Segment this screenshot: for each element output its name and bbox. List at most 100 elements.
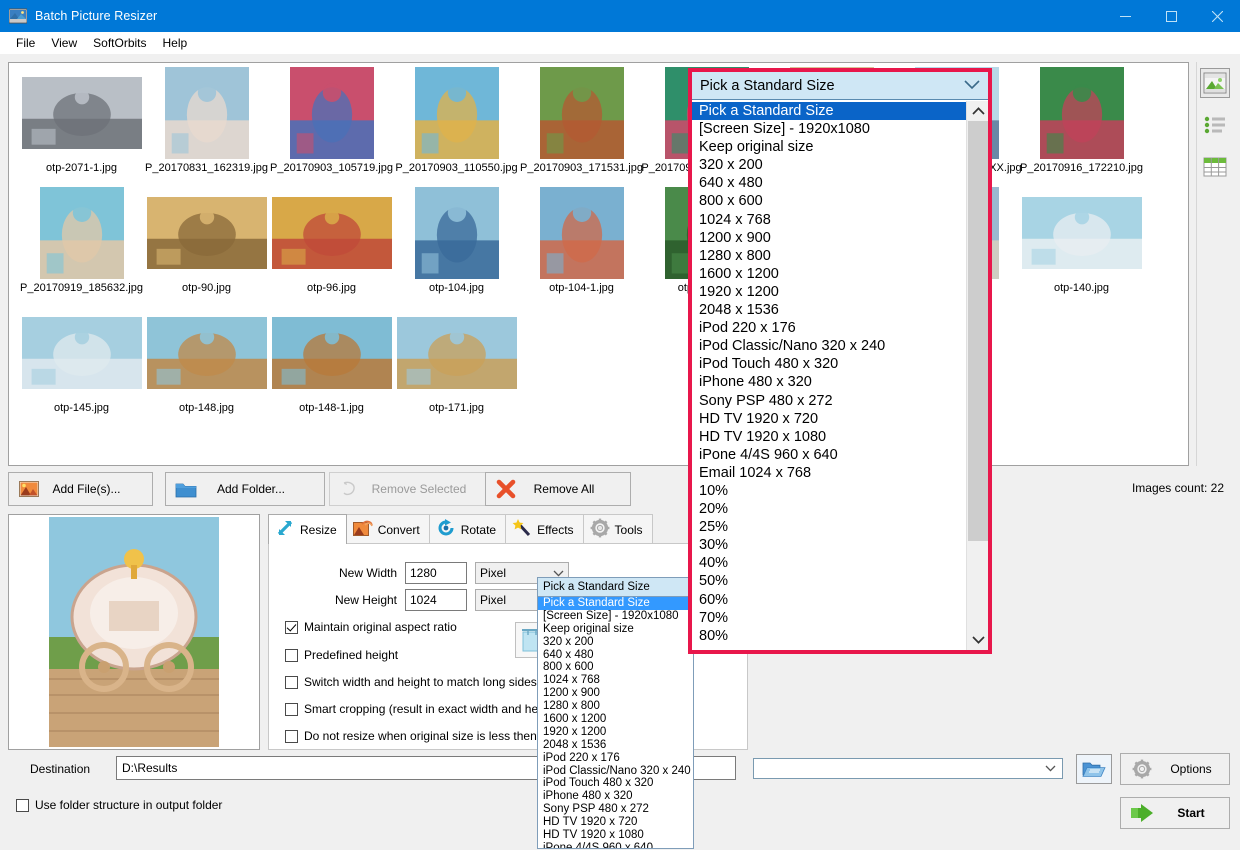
close-icon[interactable]	[1194, 0, 1240, 32]
standard-size-dropdown-header[interactable]: Pick a Standard Size	[692, 72, 988, 100]
thumbnail-item[interactable]: P_20170916_172210.jpg	[1019, 67, 1144, 187]
menu-item-softorbits[interactable]: SoftOrbits	[85, 34, 154, 52]
minimize-icon[interactable]	[1102, 0, 1148, 32]
standard-size-option[interactable]: 1600 x 1200	[692, 265, 966, 283]
new-width-input[interactable]: 1280	[405, 562, 467, 584]
standard-size-option-small[interactable]: iPhone 480 x 320	[538, 790, 693, 803]
add-files-button[interactable]: Add File(s)...	[8, 472, 153, 506]
standard-size-option-small[interactable]: HD TV 1920 x 1080	[538, 829, 693, 842]
thumbnail-item[interactable]: P_20170903_171531.jpg	[519, 67, 644, 187]
tab-resize[interactable]: Resize	[268, 514, 347, 544]
standard-size-dropdown-header-small[interactable]: Pick a Standard Size	[537, 577, 694, 597]
standard-size-option[interactable]: 800 x 600	[692, 192, 966, 210]
standard-size-option[interactable]: 25%	[692, 518, 966, 536]
thumbnail-item[interactable]: P_20170831_162319.jpg	[144, 67, 269, 187]
standard-size-option-small[interactable]: iPod Classic/Nano 320 x 240	[538, 765, 693, 778]
standard-size-option[interactable]: Keep original size	[692, 138, 966, 156]
standard-size-option[interactable]: 40%	[692, 554, 966, 572]
standard-size-option-small[interactable]: Pick a Standard Size	[538, 597, 693, 610]
checkbox-switch-width-height[interactable]: Switch width and height to match long si…	[285, 675, 537, 689]
standard-size-option-small[interactable]: 1600 x 1200	[538, 713, 693, 726]
thumbnail-item[interactable]: otp-140.jpg	[1019, 187, 1144, 307]
standard-size-option-small[interactable]: 2048 x 1536	[538, 739, 693, 752]
thumbnail-item[interactable]: otp-104.jpg	[394, 187, 519, 307]
standard-size-option-small[interactable]: 1920 x 1200	[538, 726, 693, 739]
chevron-down-icon[interactable]	[964, 78, 980, 94]
checkbox-use-folder-structure[interactable]: Use folder structure in output folder	[16, 798, 222, 812]
standard-size-option-small[interactable]: 640 x 480	[538, 649, 693, 662]
menu-item-file[interactable]: File	[8, 34, 43, 52]
table-view-icon[interactable]	[1200, 152, 1230, 182]
standard-size-option[interactable]: 50%	[692, 572, 966, 590]
standard-size-option-small[interactable]: Sony PSP 480 x 272	[538, 803, 693, 816]
start-button[interactable]: Start	[1120, 797, 1230, 829]
thumbnail-item[interactable]: otp-148.jpg	[144, 307, 269, 427]
standard-size-option[interactable]: iPhone 480 x 320	[692, 373, 966, 391]
standard-size-option-list[interactable]: Pick a Standard Size[Screen Size] - 1920…	[692, 101, 966, 650]
standard-size-option[interactable]: Sony PSP 480 x 272	[692, 392, 966, 410]
standard-size-option[interactable]: 640 x 480	[692, 174, 966, 192]
standard-size-option[interactable]: 30%	[692, 536, 966, 554]
scrollbar-thumb[interactable]	[968, 121, 988, 541]
thumbnail-item[interactable]: otp-90.jpg	[144, 187, 269, 307]
standard-size-option-small[interactable]: 1280 x 800	[538, 700, 693, 713]
thumbnail-item[interactable]: P_20170919_185632.jpg	[19, 187, 144, 307]
standard-size-option[interactable]: 10%	[692, 482, 966, 500]
standard-size-option[interactable]: Pick a Standard Size	[692, 102, 966, 120]
remove-all-button[interactable]: Remove All	[485, 472, 631, 506]
standard-size-option[interactable]: iPod Touch 480 x 320	[692, 355, 966, 373]
standard-size-option-small[interactable]: iPone 4/4S 960 x 640	[538, 842, 693, 849]
standard-size-option[interactable]: 70%	[692, 609, 966, 627]
checkbox-maintain-aspect-ratio[interactable]: Maintain original aspect ratio	[285, 620, 457, 634]
tab-tools[interactable]: Tools	[583, 514, 653, 544]
standard-size-option[interactable]: iPod 220 x 176	[692, 319, 966, 337]
standard-size-option[interactable]: iPod Classic/Nano 320 x 240	[692, 337, 966, 355]
image-preview[interactable]	[8, 514, 260, 750]
chevron-down-icon[interactable]	[967, 630, 989, 650]
standard-size-option[interactable]: Email 1024 x 768	[692, 464, 966, 482]
standard-size-option-small[interactable]: 1200 x 900	[538, 687, 693, 700]
standard-size-option[interactable]: 1024 x 768	[692, 211, 966, 229]
standard-size-option[interactable]: 20%	[692, 500, 966, 518]
thumbnail-item[interactable]: otp-145.jpg	[19, 307, 144, 427]
profile-combobox[interactable]	[753, 758, 1063, 779]
standard-size-option-small[interactable]: 800 x 600	[538, 661, 693, 674]
options-button[interactable]: Options	[1120, 753, 1230, 785]
tab-rotate[interactable]: Rotate	[429, 514, 506, 544]
standard-size-option-list-small[interactable]: Pick a Standard Size[Screen Size] - 1920…	[537, 597, 694, 849]
standard-size-option-small[interactable]: 320 x 200	[538, 636, 693, 649]
remove-selected-button[interactable]: Remove Selected	[329, 472, 497, 506]
standard-size-option[interactable]: 1920 x 1200	[692, 283, 966, 301]
tab-effects[interactable]: Effects	[505, 514, 583, 544]
thumbnail-item[interactable]: otp-104-1.jpg	[519, 187, 644, 307]
checkbox-predefined-height[interactable]: Predefined height	[285, 648, 398, 662]
thumbnail-item[interactable]: P_20170903_105719.jpg	[269, 67, 394, 187]
standard-size-option-small[interactable]: iPod 220 x 176	[538, 752, 693, 765]
checkbox-smart-cropping[interactable]: Smart cropping (result in exact width an…	[285, 702, 561, 716]
standard-size-option[interactable]: 1200 x 900	[692, 229, 966, 247]
thumbnail-item[interactable]: otp-2071-1.jpg	[19, 67, 144, 187]
new-height-input[interactable]: 1024	[405, 589, 467, 611]
browse-destination-button[interactable]	[1076, 754, 1112, 784]
standard-size-option[interactable]: [Screen Size] - 1920x1080	[692, 120, 966, 138]
standard-size-option[interactable]: 2048 x 1536	[692, 301, 966, 319]
thumbnail-item[interactable]: otp-148-1.jpg	[269, 307, 394, 427]
chevron-up-icon[interactable]	[967, 101, 989, 121]
standard-size-option-small[interactable]: 1024 x 768	[538, 674, 693, 687]
standard-size-option-small[interactable]: iPod Touch 480 x 320	[538, 777, 693, 790]
add-folder-button[interactable]: Add Folder...	[165, 472, 325, 506]
standard-size-option[interactable]: iPone 4/4S 960 x 640	[692, 446, 966, 464]
checkbox-do-not-resize-smaller[interactable]: Do not resize when original size is less…	[285, 729, 572, 743]
thumbnail-view-icon[interactable]	[1200, 68, 1230, 98]
list-view-icon[interactable]	[1200, 110, 1230, 140]
standard-size-dropdown-background[interactable]: Pick a Standard Size Pick a Standard Siz…	[537, 577, 694, 849]
thumbnail-list-panel[interactable]: otp-2071-1.jpgP_20170831_162319.jpgP_201…	[8, 62, 1189, 466]
menu-item-view[interactable]: View	[43, 34, 85, 52]
standard-size-option[interactable]: 80%	[692, 627, 966, 645]
thumbnail-item[interactable]: otp-96.jpg	[269, 187, 394, 307]
menu-item-help[interactable]: Help	[155, 34, 196, 52]
tab-convert[interactable]: Convert	[346, 514, 430, 544]
dropdown-scrollbar[interactable]	[966, 101, 988, 650]
thumbnail-item[interactable]: otp-171.jpg	[394, 307, 519, 427]
standard-size-option[interactable]: HD TV 1920 x 1080	[692, 428, 966, 446]
